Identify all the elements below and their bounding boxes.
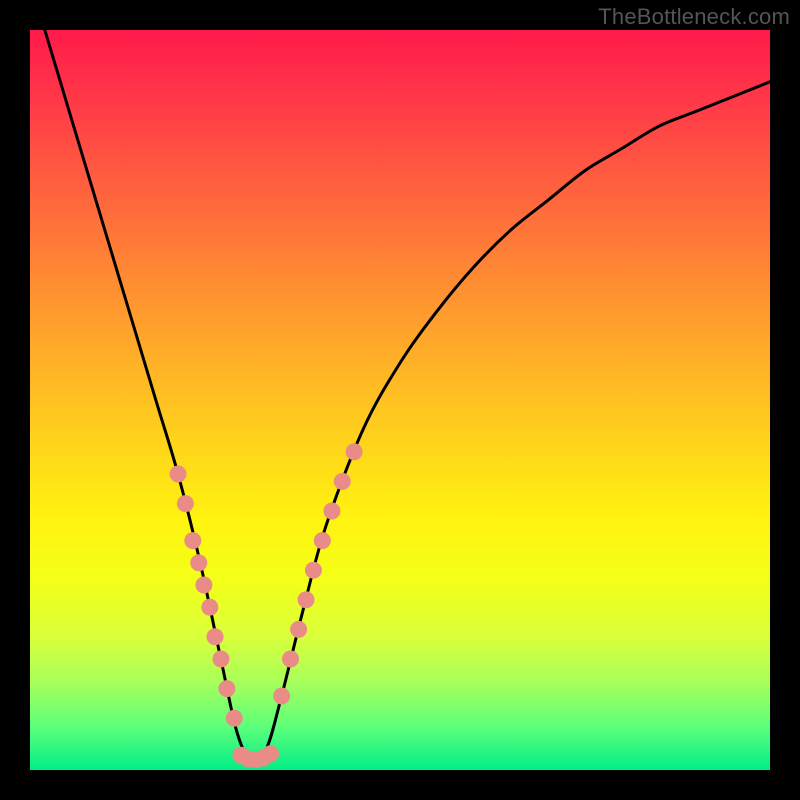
plot-area xyxy=(30,30,770,770)
chart-container: TheBottleneck.com xyxy=(0,0,800,800)
data-dot xyxy=(298,591,315,608)
data-dot xyxy=(273,688,290,705)
data-dot xyxy=(218,680,235,697)
data-dot xyxy=(226,710,243,727)
data-dot xyxy=(177,495,194,512)
data-dot xyxy=(334,473,351,490)
data-dot xyxy=(184,532,201,549)
data-dot xyxy=(190,554,207,571)
bottleneck-curve xyxy=(45,30,770,763)
chart-svg xyxy=(30,30,770,770)
data-dot xyxy=(305,562,322,579)
data-dot xyxy=(262,745,279,762)
watermark-text: TheBottleneck.com xyxy=(598,4,790,30)
data-dot xyxy=(195,577,212,594)
data-dot xyxy=(282,651,299,668)
data-dot xyxy=(314,532,331,549)
data-dot xyxy=(201,599,218,616)
data-dot xyxy=(290,621,307,638)
data-dot xyxy=(212,651,229,668)
data-dot xyxy=(207,628,224,645)
data-dot xyxy=(346,443,363,460)
data-dots xyxy=(170,443,363,768)
data-dot xyxy=(170,466,187,483)
data-dot xyxy=(323,503,340,520)
